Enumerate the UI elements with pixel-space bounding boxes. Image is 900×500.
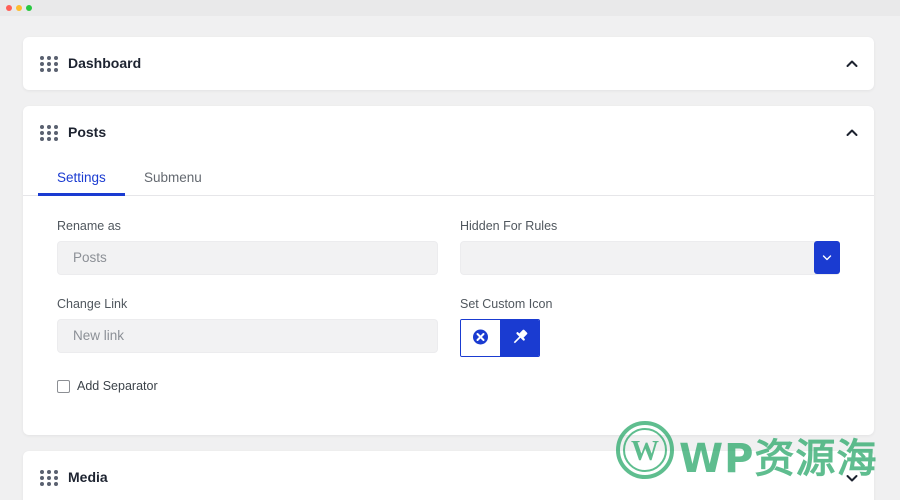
- section-title: Dashboard: [68, 55, 142, 71]
- menu-section-posts: Posts Settings Submenu Rename as Posts H…: [23, 106, 874, 435]
- section-title: Posts: [68, 124, 107, 140]
- chevron-up-icon[interactable]: [846, 127, 858, 139]
- pin-icon: [513, 329, 528, 344]
- hidden-rules-select[interactable]: [460, 241, 840, 275]
- chevron-up-icon[interactable]: [846, 58, 858, 70]
- change-link-label: Change Link: [57, 297, 128, 311]
- custom-icon-label: Set Custom Icon: [460, 297, 553, 311]
- separator-label: Add Separator: [77, 379, 158, 393]
- custom-icon-picker: [460, 319, 540, 357]
- watermark-text: WP资源海: [679, 436, 878, 482]
- change-link-input[interactable]: New link: [57, 319, 438, 353]
- tab-settings[interactable]: Settings: [57, 170, 106, 185]
- section-header[interactable]: Dashboard: [23, 37, 874, 91]
- select-icon-button[interactable]: [500, 320, 539, 356]
- close-circle-icon: [473, 329, 488, 345]
- drag-handle-icon[interactable]: [40, 125, 58, 141]
- minimize-window-button[interactable]: [16, 5, 22, 11]
- remove-icon-button[interactable]: [461, 320, 500, 356]
- rename-input[interactable]: Posts: [57, 241, 438, 275]
- menu-section-dashboard: Dashboard: [23, 37, 874, 90]
- watermark: W WP资源海: [615, 420, 895, 482]
- section-tabs: Settings Submenu: [23, 160, 874, 196]
- chevron-down-icon: [822, 255, 832, 261]
- rename-label: Rename as: [57, 219, 121, 233]
- section-title: Media: [68, 469, 108, 485]
- tab-submenu[interactable]: Submenu: [144, 170, 202, 185]
- separator-checkbox[interactable]: [57, 380, 70, 393]
- hidden-rules-dropdown-button[interactable]: [814, 241, 840, 274]
- drag-handle-icon[interactable]: [40, 470, 58, 486]
- drag-handle-icon[interactable]: [40, 56, 58, 72]
- window-titlebar: [0, 0, 900, 16]
- active-tab-indicator: [38, 193, 125, 196]
- maximize-window-button[interactable]: [26, 5, 32, 11]
- section-header[interactable]: Posts: [23, 106, 874, 160]
- svg-text:W: W: [631, 436, 659, 467]
- close-window-button[interactable]: [6, 5, 12, 11]
- hidden-rules-label: Hidden For Rules: [460, 219, 558, 233]
